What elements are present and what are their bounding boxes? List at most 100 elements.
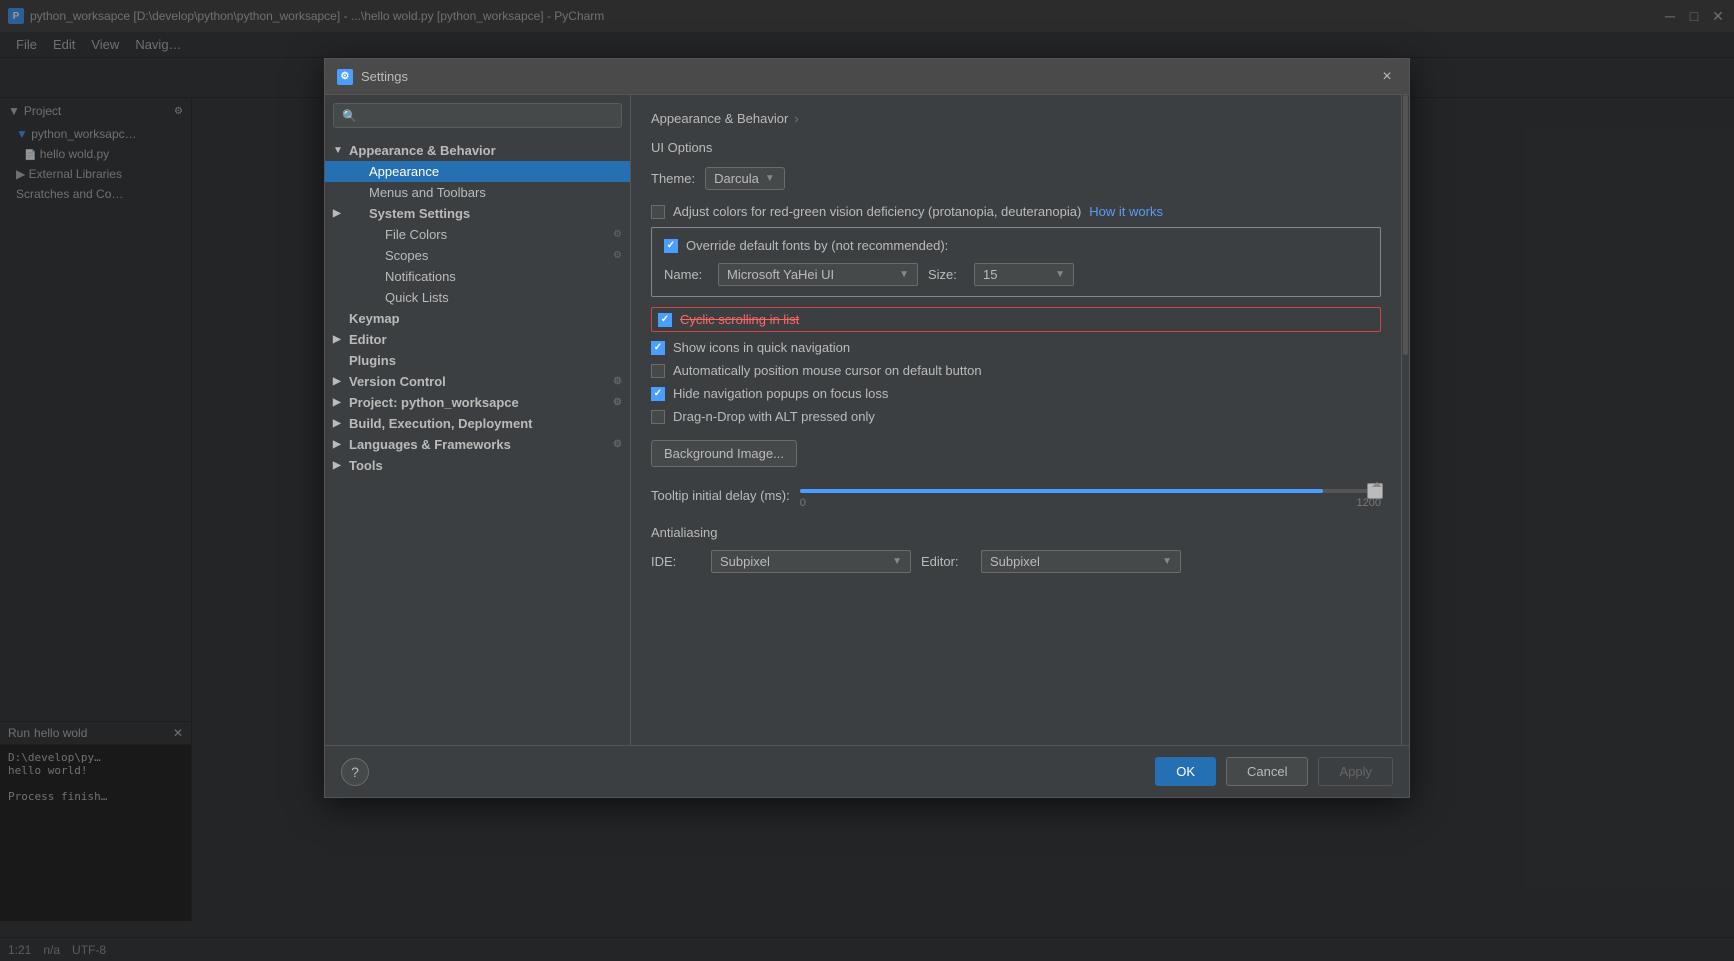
override-fonts-label: Override default fonts by (not recommend… xyxy=(686,238,948,253)
font-size-label: Size: xyxy=(928,267,964,282)
sidebar-label: Version Control xyxy=(349,374,446,389)
sidebar-item-keymap[interactable]: Keymap xyxy=(325,308,630,329)
override-fonts-box: Override default fonts by (not recommend… xyxy=(651,227,1381,297)
ok-button[interactable]: OK xyxy=(1155,757,1216,786)
font-name-value: Microsoft YaHei UI xyxy=(727,267,834,282)
slider-track xyxy=(800,489,1381,493)
drag-drop-row: Drag-n-Drop with ALT pressed only xyxy=(651,409,1381,424)
settings-icon4: ⚙ xyxy=(613,397,622,408)
sidebar-label: Notifications xyxy=(385,269,456,284)
font-size-value: 15 xyxy=(983,267,997,282)
sidebar-item-file-colors[interactable]: File Colors ⚙ xyxy=(325,224,630,245)
leaf-icon xyxy=(333,166,345,177)
sidebar-label: Appearance & Behavior xyxy=(349,143,496,158)
red-green-checkbox[interactable] xyxy=(651,205,665,219)
slider-ticks: 0 1200 xyxy=(800,497,1381,509)
how-it-works-link[interactable]: How it works xyxy=(1089,204,1163,219)
antialiasing-section: Antialiasing IDE: Subpixel ▼ Editor: Sub… xyxy=(651,525,1381,573)
theme-dropdown[interactable]: Darcula ▼ xyxy=(705,167,785,190)
override-fonts-row: Override default fonts by (not recommend… xyxy=(664,238,1368,253)
hide-nav-checkbox[interactable] xyxy=(651,387,665,401)
font-size-dropdown[interactable]: 15 ▼ xyxy=(974,263,1074,286)
sidebar-item-system-settings[interactable]: ▶ System Settings xyxy=(325,203,630,224)
sidebar-item-tools[interactable]: ▶ Tools xyxy=(325,455,630,476)
sidebar-item-notifications[interactable]: Notifications xyxy=(325,266,630,287)
sidebar-label: Build, Execution, Deployment xyxy=(349,416,532,431)
hide-nav-row: Hide navigation popups on focus loss xyxy=(651,386,1381,401)
modal-scrollbar[interactable] xyxy=(1401,95,1409,745)
settings-search[interactable]: 🔍 xyxy=(333,103,622,128)
tooltip-row: Tooltip initial delay (ms): xyxy=(651,481,1381,509)
scrollbar-thumb[interactable] xyxy=(1403,95,1408,355)
modal-sidebar: 🔍 ▼ Appearance & Behavior Appearance xyxy=(325,95,631,745)
sidebar-label: Tools xyxy=(349,458,383,473)
search-input[interactable] xyxy=(363,108,613,123)
sidebar-label: Project: python_worksapce xyxy=(349,395,519,410)
search-icon: 🔍 xyxy=(342,109,357,123)
theme-label: Theme: xyxy=(651,171,695,186)
modal-content: Appearance & Behavior › UI Options Theme… xyxy=(631,95,1401,745)
sidebar-label: Languages & Frameworks xyxy=(349,437,511,452)
font-row: Name: Microsoft YaHei UI ▼ Size: 15 ▼ xyxy=(664,263,1368,286)
help-button[interactable]: ? xyxy=(341,758,369,786)
modal-footer: ? OK Cancel Apply xyxy=(325,745,1409,797)
red-green-row: Adjust colors for red-green vision defic… xyxy=(651,204,1381,219)
modal-title-bar: ⚙ Settings × xyxy=(325,59,1409,95)
show-icons-row: Show icons in quick navigation xyxy=(651,340,1381,355)
settings-icon: ⚙ xyxy=(613,229,622,240)
sidebar-item-quick-lists[interactable]: Quick Lists xyxy=(325,287,630,308)
background-image-button[interactable]: Background Image... xyxy=(651,440,797,467)
sidebar-item-plugins[interactable]: Plugins xyxy=(325,350,630,371)
auto-position-row: Automatically position mouse cursor on d… xyxy=(651,363,1381,378)
drag-drop-checkbox[interactable] xyxy=(651,410,665,424)
font-name-dropdown[interactable]: Microsoft YaHei UI ▼ xyxy=(718,263,918,286)
sidebar-item-languages[interactable]: ▶ Languages & Frameworks ⚙ xyxy=(325,434,630,455)
dropdown-arrow-icon: ▼ xyxy=(765,173,775,184)
sidebar-item-scopes[interactable]: Scopes ⚙ xyxy=(325,245,630,266)
section-title: UI Options xyxy=(651,140,1381,155)
sidebar-item-version-control[interactable]: ▶ Version Control ⚙ xyxy=(325,371,630,392)
settings-icon3: ⚙ xyxy=(613,376,622,387)
font-name-label: Name: xyxy=(664,267,708,282)
modal-body: 🔍 ▼ Appearance & Behavior Appearance xyxy=(325,95,1409,745)
breadcrumb-separator: › xyxy=(794,111,798,126)
sidebar-item-appearance[interactable]: Appearance xyxy=(325,161,630,182)
auto-position-checkbox[interactable] xyxy=(651,364,665,378)
cyclic-row: Cyclic scrolling in list xyxy=(651,307,1381,332)
editor-label: Editor: xyxy=(921,554,971,569)
sidebar-item-appearance-behavior[interactable]: ▼ Appearance & Behavior xyxy=(325,140,630,161)
override-fonts-checkbox[interactable] xyxy=(664,239,678,253)
show-icons-checkbox[interactable] xyxy=(651,341,665,355)
sidebar-tree: ▼ Appearance & Behavior Appearance Menus… xyxy=(325,136,630,745)
sidebar-item-menus[interactable]: Menus and Toolbars xyxy=(325,182,630,203)
sidebar-item-editor[interactable]: ▶ Editor xyxy=(325,329,630,350)
tooltip-label: Tooltip initial delay (ms): xyxy=(651,488,790,503)
modal-icon: ⚙ xyxy=(337,69,353,85)
ide-label: IDE: xyxy=(651,554,701,569)
modal-close-button[interactable]: × xyxy=(1377,67,1397,87)
sidebar-item-project[interactable]: ▶ Project: python_worksapce ⚙ xyxy=(325,392,630,413)
red-green-label: Adjust colors for red-green vision defic… xyxy=(673,204,1081,219)
aa-row: IDE: Subpixel ▼ Editor: Subpixel ▼ xyxy=(651,550,1381,573)
ide-aa-dropdown[interactable]: Subpixel ▼ xyxy=(711,550,911,573)
slider-fill xyxy=(800,489,1323,493)
sidebar-item-build[interactable]: ▶ Build, Execution, Deployment xyxy=(325,413,630,434)
sidebar-label: File Colors xyxy=(385,227,447,242)
sidebar-label: Menus and Toolbars xyxy=(369,185,486,200)
cyclic-checkbox[interactable] xyxy=(658,313,672,327)
ide-aa-value: Subpixel xyxy=(720,554,770,569)
slider-thumb[interactable] xyxy=(1367,483,1383,499)
tooltip-slider-section: Tooltip initial delay (ms): xyxy=(651,481,1381,509)
ide-dropdown-arrow-icon: ▼ xyxy=(892,556,902,567)
apply-button[interactable]: Apply xyxy=(1318,757,1393,786)
sidebar-label: Plugins xyxy=(349,353,396,368)
editor-aa-dropdown[interactable]: Subpixel ▼ xyxy=(981,550,1181,573)
slider-container: 0 1200 xyxy=(800,481,1381,509)
expand-arrow-icon: ▼ xyxy=(333,145,345,156)
modal-overlay: ⚙ Settings × 🔍 ▼ Appearance & Behavior xyxy=(0,0,1734,961)
cyclic-label: Cyclic scrolling in list xyxy=(680,312,799,327)
cancel-button[interactable]: Cancel xyxy=(1226,757,1308,786)
settings-icon2: ⚙ xyxy=(613,250,622,261)
sidebar-label: Keymap xyxy=(349,311,400,326)
settings-icon5: ⚙ xyxy=(613,439,622,450)
